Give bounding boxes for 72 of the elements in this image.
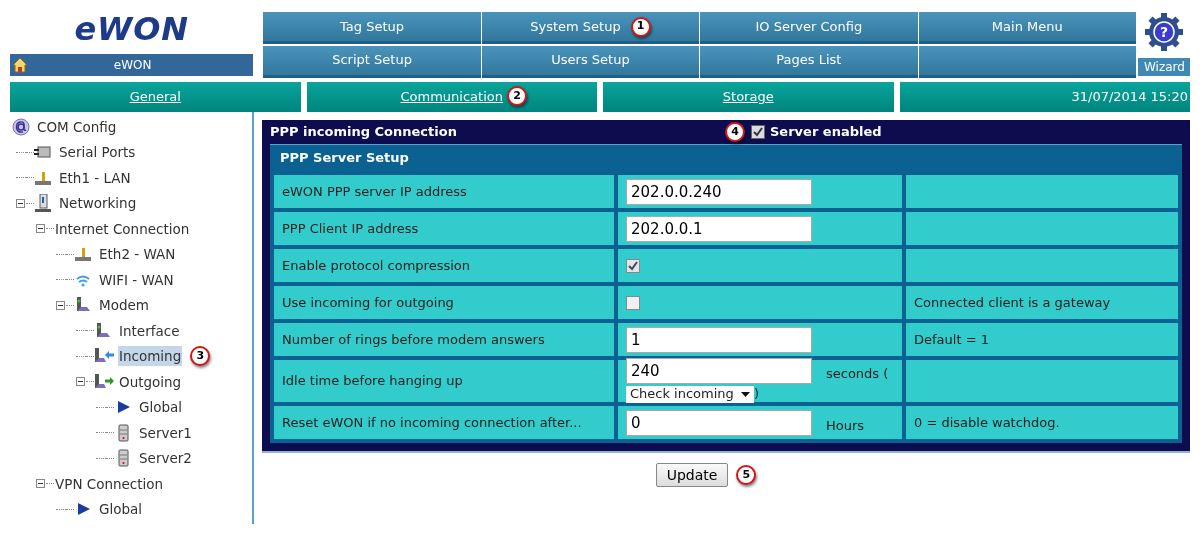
home-bar[interactable]: eWON [10, 54, 254, 76]
tree-item[interactable]: Interface [118, 320, 181, 341]
checkbox[interactable] [626, 258, 640, 273]
tree-item[interactable]: Server1 [138, 422, 193, 443]
callout-badge: 1 [630, 16, 651, 37]
tree-item[interactable]: Eth1 - LAN [58, 167, 132, 188]
callout-badge: 5 [736, 465, 757, 485]
tree-item[interactable]: Modem [98, 295, 150, 316]
at-sign-icon [12, 117, 32, 136]
tree-item[interactable]: Outgoing [118, 371, 183, 392]
tab-link[interactable]: Storage [603, 82, 894, 112]
section-header: PPP Server Setup [279, 149, 410, 168]
nav-button[interactable]: Users Setup [481, 45, 700, 78]
collapse-icon[interactable] [36, 479, 45, 489]
home-icon [12, 57, 28, 73]
logo: eWON [73, 12, 190, 46]
input-field[interactable]: 202.0.0.1 [626, 215, 812, 242]
input-field[interactable]: 240 [626, 358, 812, 385]
nav-button[interactable]: IO Server Config [700, 12, 918, 44]
tab-link[interactable]: General [10, 82, 301, 112]
tower-computer-icon [34, 194, 54, 213]
checkbox-label: Server enabled [770, 123, 882, 142]
nav-button[interactable]: Pages List [700, 45, 918, 78]
unit-text: Hours [826, 416, 865, 435]
input-field[interactable]: 202.0.0.240 [626, 178, 812, 205]
nav-button[interactable]: System Setup 1 [481, 12, 700, 44]
dropdown[interactable]: Check incoming [626, 385, 754, 403]
checkbox[interactable] [626, 295, 640, 310]
unit-text: seconds ( [826, 365, 889, 383]
nav-button[interactable]: Tag Setup [263, 12, 481, 44]
collapse-icon[interactable] [76, 377, 85, 387]
collapse-icon[interactable] [36, 224, 45, 234]
tree-item[interactable]: Server2 [138, 448, 193, 469]
collapse-icon[interactable] [16, 198, 25, 208]
input-field[interactable]: 1 [626, 326, 812, 353]
tree-item[interactable]: Networking [58, 193, 138, 214]
field-label: eWON PPP server IP address [274, 175, 614, 208]
unit-text: ) [754, 385, 760, 404]
tree-item[interactable]: WIFI - WAN [98, 269, 175, 290]
wizard-link[interactable]: Wizard [1138, 58, 1190, 76]
modem-outgoing-icon [94, 372, 114, 391]
tree-item[interactable]: Serial Ports [58, 142, 137, 163]
callout-badge: 2 [507, 86, 527, 106]
tab-link[interactable]: Communication 2 [306, 82, 597, 112]
server-enabled-checkbox[interactable] [751, 125, 765, 139]
nav-button[interactable]: Main Menu [918, 12, 1136, 44]
callout-badge: 4 [725, 122, 745, 142]
field-label: Reset eWON if no incoming connection after... [274, 406, 614, 439]
collapse-icon[interactable] [56, 300, 65, 310]
note-text: Default = 1 [914, 330, 989, 349]
field-label: Use incoming for outgoing [274, 286, 614, 319]
input-field[interactable]: 0 [626, 409, 812, 436]
tree-item[interactable]: VPN Connection [54, 473, 165, 494]
note-text: 0 = disable watchdog. [914, 413, 1060, 432]
panel-title: PPP incoming Connection [270, 123, 458, 142]
tree-item[interactable]: Global [138, 397, 184, 418]
callout-badge: 3 [190, 346, 211, 367]
tree-item[interactable]: Internet Connection [54, 218, 191, 239]
network-icon [74, 245, 94, 264]
tree-item[interactable]: Incoming [118, 346, 183, 367]
update-button[interactable]: Update [655, 463, 729, 487]
tree-item[interactable]: Eth2 - WAN [98, 244, 177, 265]
note-text: Connected client is a gateway [914, 293, 1111, 312]
nav-button[interactable]: Script Setup [263, 45, 481, 78]
field-label: PPP Client IP address [274, 212, 614, 245]
tree-item[interactable]: Global [98, 499, 144, 520]
tree-item[interactable]: COM Config [36, 116, 118, 137]
field-label: Enable protocol compression [274, 249, 614, 282]
caret-icon [741, 391, 750, 397]
datetime-bar: 31/07/2014 15:20 [899, 82, 1190, 112]
field-label: Number of rings before modem answers [274, 323, 614, 356]
field-label: Idle time before hanging up [274, 360, 614, 402]
